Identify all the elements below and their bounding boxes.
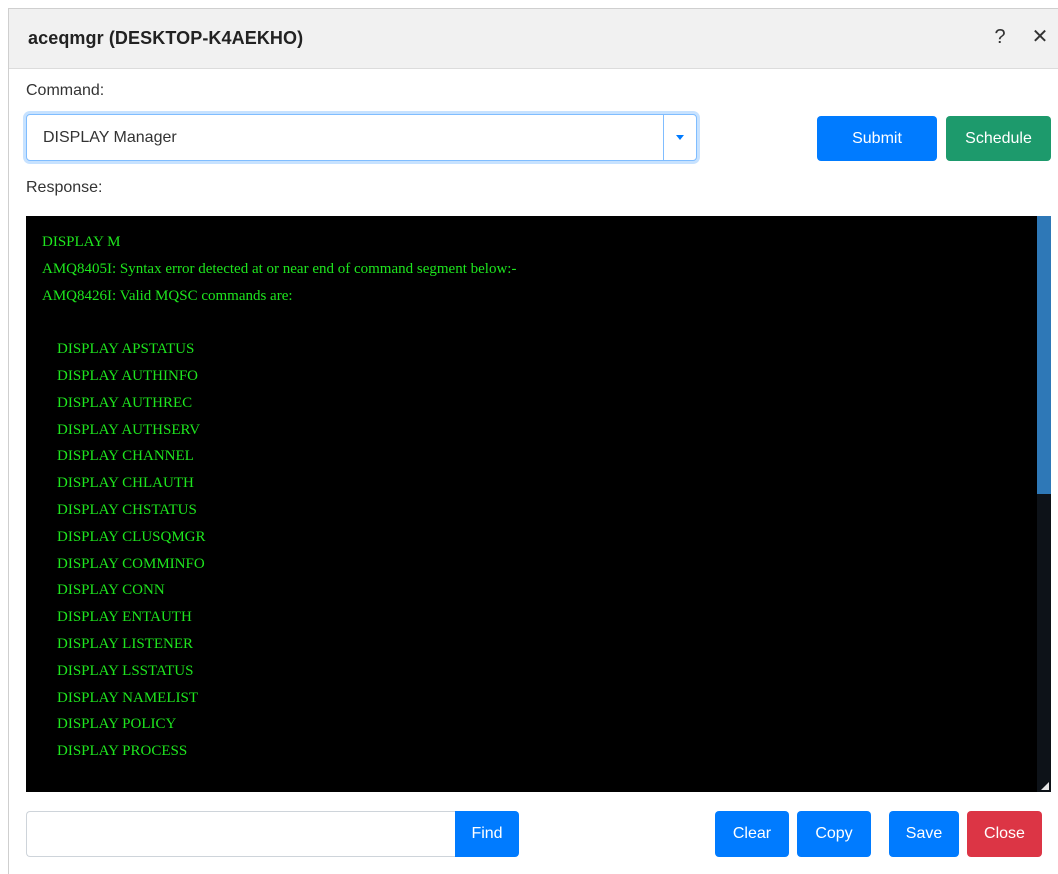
schedule-button[interactable]: Schedule [946,116,1051,161]
save-button[interactable]: Save [889,811,959,857]
response-line: DISPLAY ENTAUTH [42,609,192,626]
chevron-down-icon [676,135,684,140]
response-line [42,309,1032,336]
command-label: Command: [26,82,105,99]
response-line: DISPLAY CONN [42,582,165,599]
dialog-title: aceqmgr (DESKTOP-K4AEKHO) [28,28,304,48]
response-line: DISPLAY POLICY [42,716,177,733]
command-dialog: aceqmgr (DESKTOP-K4AEKHO) ? ✕ Command: S… [8,8,1058,874]
dialog-titlebar: aceqmgr (DESKTOP-K4AEKHO) ? ✕ [9,9,1058,69]
submit-button[interactable]: Submit [817,116,937,161]
command-dropdown-button[interactable] [663,115,696,160]
response-label: Response: [26,179,103,196]
response-text: DISPLAY M AMQ8405I: Syntax error detected… [42,229,1032,765]
response-line: DISPLAY M [42,234,121,250]
response-console[interactable]: DISPLAY M AMQ8405I: Syntax error detected… [26,216,1051,792]
find-input[interactable] [26,811,455,857]
response-line: DISPLAY COMMINFO [42,555,205,572]
response-line: DISPLAY CHSTATUS [42,501,197,518]
close-icon[interactable]: ✕ [1028,23,1052,51]
command-combobox[interactable] [26,114,697,161]
copy-button[interactable]: Copy [797,811,871,857]
response-scrollbar[interactable] [1037,216,1051,792]
help-icon[interactable]: ? [988,23,1012,51]
response-scroll-thumb[interactable] [1037,216,1051,494]
command-input[interactable] [27,115,663,160]
response-line: DISPLAY LSSTATUS [42,662,194,679]
response-line: DISPLAY CHLAUTH [42,475,194,492]
response-line: DISPLAY CHANNEL [42,448,194,465]
response-line: DISPLAY LISTENER [42,635,193,652]
response-line: DISPLAY CLUSQMGR [42,528,206,545]
response-line: AMQ8426I: Valid MQSC commands are: [42,287,293,304]
find-button[interactable]: Find [455,811,519,857]
response-line: DISPLAY PROCESS [42,743,188,760]
response-line: DISPLAY AUTHINFO [42,367,198,384]
response-line: DISPLAY AUTHREC [42,394,193,411]
response-line: AMQ8405I: Syntax error detected at or ne… [42,260,517,277]
response-line: DISPLAY APSTATUS [42,341,195,358]
response-line: DISPLAY NAMELIST [42,689,198,706]
response-line: DISPLAY AUTHSERV [42,421,201,438]
clear-button[interactable]: Clear [715,811,789,857]
close-button[interactable]: Close [967,811,1042,857]
